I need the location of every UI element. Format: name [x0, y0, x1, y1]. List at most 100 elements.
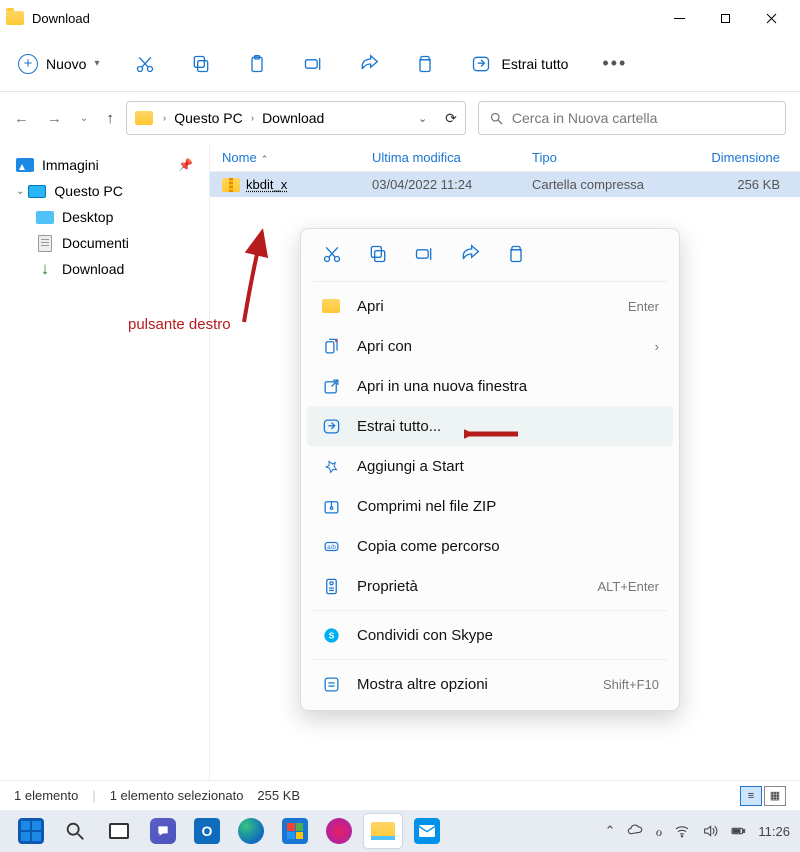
- copy-icon[interactable]: [190, 53, 212, 75]
- file-row[interactable]: kbdit_x 03/04/2022 11:24 Cartella compre…: [210, 172, 800, 197]
- menu-compress-zip[interactable]: Comprimi nel file ZIP: [307, 486, 673, 526]
- file-size: 256 KB: [687, 177, 788, 192]
- sidebar-item-documenti[interactable]: Documenti: [8, 230, 201, 256]
- more-button[interactable]: •••: [602, 53, 627, 74]
- mail-button[interactable]: [408, 814, 446, 848]
- system-tray[interactable]: ⌃ ℴ 11:26: [605, 822, 790, 840]
- store-button[interactable]: [276, 814, 314, 848]
- menu-properties[interactable]: Proprietà ALT+Enter: [307, 566, 673, 606]
- annotation-label: pulsante destro: [128, 316, 231, 333]
- column-headers: Nome⌃ Ultima modifica Tipo Dimensione: [210, 144, 800, 172]
- maximize-button[interactable]: [702, 0, 748, 36]
- zip-icon: [321, 496, 341, 516]
- menu-open[interactable]: Apri Enter: [307, 286, 673, 326]
- extract-icon: [470, 53, 492, 75]
- breadcrumb[interactable]: › Questo PC › Download ⌄ ⟳: [126, 101, 466, 135]
- pin-icon: 📌: [178, 158, 193, 172]
- app-button[interactable]: [320, 814, 358, 848]
- zip-icon: [222, 178, 240, 192]
- sidebar: Immagini 📌 ⌄ Questo PC Desktop Documenti…: [0, 144, 210, 780]
- delete-icon[interactable]: [505, 243, 527, 265]
- path-icon: a/b: [321, 536, 341, 556]
- search-button[interactable]: [56, 814, 94, 848]
- extract-icon: [321, 416, 341, 436]
- menu-copy-path[interactable]: a/b Copia come percorso: [307, 526, 673, 566]
- minimize-button[interactable]: [656, 0, 702, 36]
- sidebar-item-label: Documenti: [62, 235, 129, 251]
- volume-icon[interactable]: [702, 823, 718, 839]
- start-button[interactable]: [12, 814, 50, 848]
- menu-more-options[interactable]: Mostra altre opzioni Shift+F10: [307, 664, 673, 704]
- svg-text:a/b: a/b: [327, 543, 336, 550]
- sidebar-item-download[interactable]: ↓ Download: [8, 256, 201, 282]
- forward-button[interactable]: →: [47, 110, 62, 127]
- battery-icon[interactable]: [730, 823, 746, 839]
- breadcrumb-item[interactable]: Questo PC: [174, 110, 242, 126]
- copy-icon[interactable]: [367, 243, 389, 265]
- chat-button[interactable]: [144, 814, 182, 848]
- external-icon: [321, 376, 341, 396]
- file-name: kbdit_x: [246, 177, 287, 192]
- sidebar-item-desktop[interactable]: Desktop: [8, 204, 201, 230]
- sidebar-item-label: Download: [62, 261, 124, 277]
- file-modified: 03/04/2022 11:24: [372, 177, 532, 192]
- rename-icon[interactable]: [302, 53, 324, 75]
- chevron-down-icon[interactable]: ⌄: [418, 112, 427, 125]
- paste-icon[interactable]: [246, 53, 268, 75]
- context-toolbar: [307, 235, 673, 277]
- close-button[interactable]: [748, 0, 794, 36]
- up-button[interactable]: ↑: [106, 110, 114, 127]
- rename-icon[interactable]: [413, 243, 435, 265]
- explorer-button[interactable]: [364, 814, 402, 848]
- cut-icon[interactable]: [321, 243, 343, 265]
- view-icons-button[interactable]: ▦: [764, 786, 786, 806]
- column-type[interactable]: Tipo: [532, 150, 687, 165]
- annotation-arrow: [234, 226, 294, 331]
- menu-open-with[interactable]: Apri con ›: [307, 326, 673, 366]
- chevron-right-icon: ›: [163, 113, 166, 124]
- extract-all-button[interactable]: Estrai tutto: [470, 53, 569, 75]
- cut-icon[interactable]: [134, 53, 156, 75]
- chevron-down-icon[interactable]: ⌄: [16, 186, 24, 197]
- search-input[interactable]: Cerca in Nuova cartella: [478, 101, 786, 135]
- folder-icon: [6, 11, 24, 25]
- sidebar-item-label: Questo PC: [54, 183, 122, 199]
- column-name[interactable]: Nome⌃: [222, 150, 372, 165]
- clock[interactable]: 11:26: [758, 824, 790, 839]
- onedrive-icon[interactable]: [627, 823, 643, 839]
- desktop-icon: [36, 211, 54, 224]
- properties-icon: [321, 576, 341, 596]
- taskview-button[interactable]: [100, 814, 138, 848]
- new-button[interactable]: + Nuovo ▾: [18, 54, 100, 74]
- window-title: Download: [32, 11, 90, 26]
- view-details-button[interactable]: ≡: [740, 786, 762, 806]
- sidebar-item-immagini[interactable]: Immagini 📌: [8, 152, 201, 178]
- back-button[interactable]: ←: [14, 110, 29, 127]
- language-icon[interactable]: ℴ: [655, 822, 662, 840]
- tray-chevron-icon[interactable]: ⌃: [605, 823, 616, 839]
- open-with-icon: [321, 336, 341, 356]
- nav-bar: ← → ⌄ ↑ › Questo PC › Download ⌄ ⟳ Cerca…: [0, 92, 800, 144]
- sidebar-item-questo-pc[interactable]: ⌄ Questo PC: [8, 178, 201, 204]
- command-toolbar: + Nuovo ▾ Estrai tutto •••: [0, 36, 800, 92]
- edge-button[interactable]: [232, 814, 270, 848]
- menu-share-skype[interactable]: S Condividi con Skype: [307, 615, 673, 655]
- refresh-button[interactable]: ⟳: [445, 110, 457, 127]
- breadcrumb-item[interactable]: Download: [262, 110, 324, 126]
- wifi-icon[interactable]: [674, 823, 690, 839]
- column-size[interactable]: Dimensione: [687, 150, 788, 165]
- delete-icon[interactable]: [414, 53, 436, 75]
- outlook-button[interactable]: O: [188, 814, 226, 848]
- extract-all-label: Estrai tutto: [502, 56, 569, 72]
- menu-pin-start[interactable]: Aggiungi a Start: [307, 446, 673, 486]
- menu-open-new-window[interactable]: Apri in una nuova finestra: [307, 366, 673, 406]
- share-icon[interactable]: [358, 53, 380, 75]
- recent-chevron[interactable]: ⌄: [80, 113, 88, 124]
- status-selected: 1 elemento selezionato: [110, 788, 244, 803]
- column-modified[interactable]: Ultima modifica: [372, 150, 532, 165]
- status-bar: 1 elemento | 1 elemento selezionato 255 …: [0, 780, 800, 810]
- more-options-icon: [321, 674, 341, 694]
- share-icon[interactable]: [459, 243, 481, 265]
- new-label: Nuovo: [46, 56, 86, 72]
- computer-icon: [28, 185, 46, 198]
